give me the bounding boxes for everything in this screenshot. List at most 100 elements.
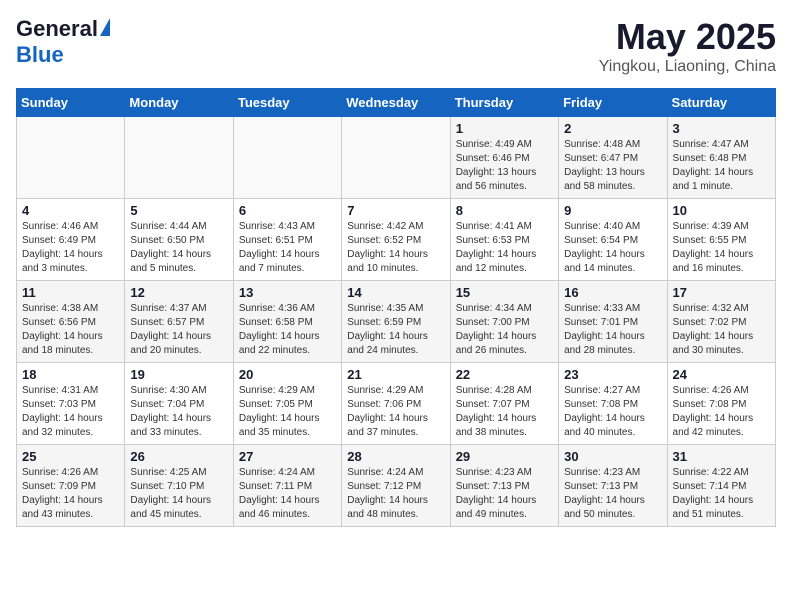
header-thursday: Thursday [450,89,558,117]
day-info: Sunrise: 4:47 AM Sunset: 6:48 PM Dayligh… [673,138,770,194]
calendar-body: 1 Sunrise: 4:49 AM Sunset: 6:46 PM Daylig… [17,117,776,527]
page-header: General Blue May 2025 Yingkou, Liaoning,… [16,16,776,76]
day-info: Sunrise: 4:29 AM Sunset: 7:06 PM Dayligh… [347,384,444,440]
day-number: 31 [673,449,770,464]
day-info: Sunrise: 4:28 AM Sunset: 7:07 PM Dayligh… [456,384,553,440]
day-number: 20 [239,367,336,382]
day-info: Sunrise: 4:33 AM Sunset: 7:01 PM Dayligh… [564,302,661,358]
calendar-cell: 21 Sunrise: 4:29 AM Sunset: 7:06 PM Dayli… [342,363,450,445]
day-number: 5 [130,203,227,218]
header-saturday: Saturday [667,89,775,117]
calendar-week-4: 25 Sunrise: 4:26 AM Sunset: 7:09 PM Dayli… [17,445,776,527]
calendar-cell: 28Sunrise: 4:24 AM Sunset: 7:12 PM Dayli… [342,445,450,527]
calendar-cell: 11 Sunrise: 4:38 AM Sunset: 6:56 PM Dayli… [17,281,125,363]
calendar-cell: 17Sunrise: 4:32 AM Sunset: 7:02 PM Dayli… [667,281,775,363]
day-number: 24 [673,367,770,382]
calendar-week-2: 11 Sunrise: 4:38 AM Sunset: 6:56 PM Dayli… [17,281,776,363]
day-info: Sunrise: 4:30 AM Sunset: 7:04 PM Dayligh… [130,384,227,440]
calendar-cell: 29 Sunrise: 4:23 AM Sunset: 7:13 PM Dayli… [450,445,558,527]
logo: General Blue [16,16,110,68]
day-info: Sunrise: 4:26 AM Sunset: 7:09 PM Dayligh… [22,466,119,522]
day-info: Sunrise: 4:42 AM Sunset: 6:52 PM Dayligh… [347,220,444,276]
day-number: 21 [347,367,444,382]
day-number: 19 [130,367,227,382]
calendar-cell: 22 Sunrise: 4:28 AM Sunset: 7:07 PM Dayli… [450,363,558,445]
header-monday: Monday [125,89,233,117]
day-info: Sunrise: 4:23 AM Sunset: 7:13 PM Dayligh… [564,466,661,522]
calendar-week-0: 1 Sunrise: 4:49 AM Sunset: 6:46 PM Daylig… [17,117,776,199]
day-number: 23 [564,367,661,382]
day-number: 29 [456,449,553,464]
day-info: Sunrise: 4:23 AM Sunset: 7:13 PM Dayligh… [456,466,553,522]
calendar-cell: 31 Sunrise: 4:22 AM Sunset: 7:14 PM Dayli… [667,445,775,527]
day-info: Sunrise: 4:46 AM Sunset: 6:49 PM Dayligh… [22,220,119,276]
day-number: 8 [456,203,553,218]
day-info: Sunrise: 4:29 AM Sunset: 7:05 PM Dayligh… [239,384,336,440]
calendar-week-3: 18Sunrise: 4:31 AM Sunset: 7:03 PM Dayli… [17,363,776,445]
calendar-cell: 23 Sunrise: 4:27 AM Sunset: 7:08 PM Dayli… [559,363,667,445]
day-info: Sunrise: 4:39 AM Sunset: 6:55 PM Dayligh… [673,220,770,276]
day-info: Sunrise: 4:24 AM Sunset: 7:11 PM Dayligh… [239,466,336,522]
day-info: Sunrise: 4:26 AM Sunset: 7:08 PM Dayligh… [673,384,770,440]
day-info: Sunrise: 4:37 AM Sunset: 6:57 PM Dayligh… [130,302,227,358]
day-info: Sunrise: 4:44 AM Sunset: 6:50 PM Dayligh… [130,220,227,276]
day-info: Sunrise: 4:49 AM Sunset: 6:46 PM Dayligh… [456,138,553,194]
day-number: 4 [22,203,119,218]
calendar-cell: 24 Sunrise: 4:26 AM Sunset: 7:08 PM Dayli… [667,363,775,445]
day-number: 3 [673,121,770,136]
day-info: Sunrise: 4:35 AM Sunset: 6:59 PM Dayligh… [347,302,444,358]
day-info: Sunrise: 4:41 AM Sunset: 6:53 PM Dayligh… [456,220,553,276]
day-number: 7 [347,203,444,218]
calendar-table: Sunday Monday Tuesday Wednesday Thursday… [16,88,776,527]
days-of-week-row: Sunday Monday Tuesday Wednesday Thursday… [17,89,776,117]
day-number: 14 [347,285,444,300]
calendar-cell: 12 Sunrise: 4:37 AM Sunset: 6:57 PM Dayli… [125,281,233,363]
day-info: Sunrise: 4:27 AM Sunset: 7:08 PM Dayligh… [564,384,661,440]
calendar-cell: 6Sunrise: 4:43 AM Sunset: 6:51 PM Daylig… [233,199,341,281]
day-number: 10 [673,203,770,218]
day-info: Sunrise: 4:48 AM Sunset: 6:47 PM Dayligh… [564,138,661,194]
calendar-cell: 9Sunrise: 4:40 AM Sunset: 6:54 PM Daylig… [559,199,667,281]
calendar-cell: 27 Sunrise: 4:24 AM Sunset: 7:11 PM Dayli… [233,445,341,527]
calendar-cell: 3 Sunrise: 4:47 AM Sunset: 6:48 PM Daylig… [667,117,775,199]
day-info: Sunrise: 4:24 AM Sunset: 7:12 PM Dayligh… [347,466,444,522]
day-number: 11 [22,285,119,300]
calendar-cell: 2 Sunrise: 4:48 AM Sunset: 6:47 PM Daylig… [559,117,667,199]
day-info: Sunrise: 4:43 AM Sunset: 6:51 PM Dayligh… [239,220,336,276]
title-area: May 2025 Yingkou, Liaoning, China [599,16,776,76]
day-info: Sunrise: 4:38 AM Sunset: 6:56 PM Dayligh… [22,302,119,358]
calendar-cell: 1 Sunrise: 4:49 AM Sunset: 6:46 PM Daylig… [450,117,558,199]
day-info: Sunrise: 4:31 AM Sunset: 7:03 PM Dayligh… [22,384,119,440]
logo-general-text: General [16,16,98,42]
location-subtitle: Yingkou, Liaoning, China [599,58,776,76]
logo-triangle-icon [100,18,110,36]
day-info: Sunrise: 4:22 AM Sunset: 7:14 PM Dayligh… [673,466,770,522]
logo-blue-text: Blue [16,42,64,68]
day-number: 27 [239,449,336,464]
calendar-cell: 30 Sunrise: 4:23 AM Sunset: 7:13 PM Dayli… [559,445,667,527]
calendar-cell [233,117,341,199]
day-number: 25 [22,449,119,464]
calendar-cell: 16Sunrise: 4:33 AM Sunset: 7:01 PM Dayli… [559,281,667,363]
calendar-cell: 10 Sunrise: 4:39 AM Sunset: 6:55 PM Dayli… [667,199,775,281]
calendar-cell: 5 Sunrise: 4:44 AM Sunset: 6:50 PM Daylig… [125,199,233,281]
day-number: 1 [456,121,553,136]
calendar-week-1: 4 Sunrise: 4:46 AM Sunset: 6:49 PM Daylig… [17,199,776,281]
day-info: Sunrise: 4:36 AM Sunset: 6:58 PM Dayligh… [239,302,336,358]
calendar-cell: 18Sunrise: 4:31 AM Sunset: 7:03 PM Dayli… [17,363,125,445]
calendar-cell: 15 Sunrise: 4:34 AM Sunset: 7:00 PM Dayli… [450,281,558,363]
header-tuesday: Tuesday [233,89,341,117]
calendar-cell: 26Sunrise: 4:25 AM Sunset: 7:10 PM Dayli… [125,445,233,527]
day-info: Sunrise: 4:40 AM Sunset: 6:54 PM Dayligh… [564,220,661,276]
day-number: 12 [130,285,227,300]
calendar-header: Sunday Monday Tuesday Wednesday Thursday… [17,89,776,117]
day-number: 15 [456,285,553,300]
day-info: Sunrise: 4:34 AM Sunset: 7:00 PM Dayligh… [456,302,553,358]
day-number: 13 [239,285,336,300]
calendar-cell: 7 Sunrise: 4:42 AM Sunset: 6:52 PM Daylig… [342,199,450,281]
day-number: 22 [456,367,553,382]
day-number: 2 [564,121,661,136]
day-info: Sunrise: 4:25 AM Sunset: 7:10 PM Dayligh… [130,466,227,522]
day-number: 30 [564,449,661,464]
calendar-cell [125,117,233,199]
